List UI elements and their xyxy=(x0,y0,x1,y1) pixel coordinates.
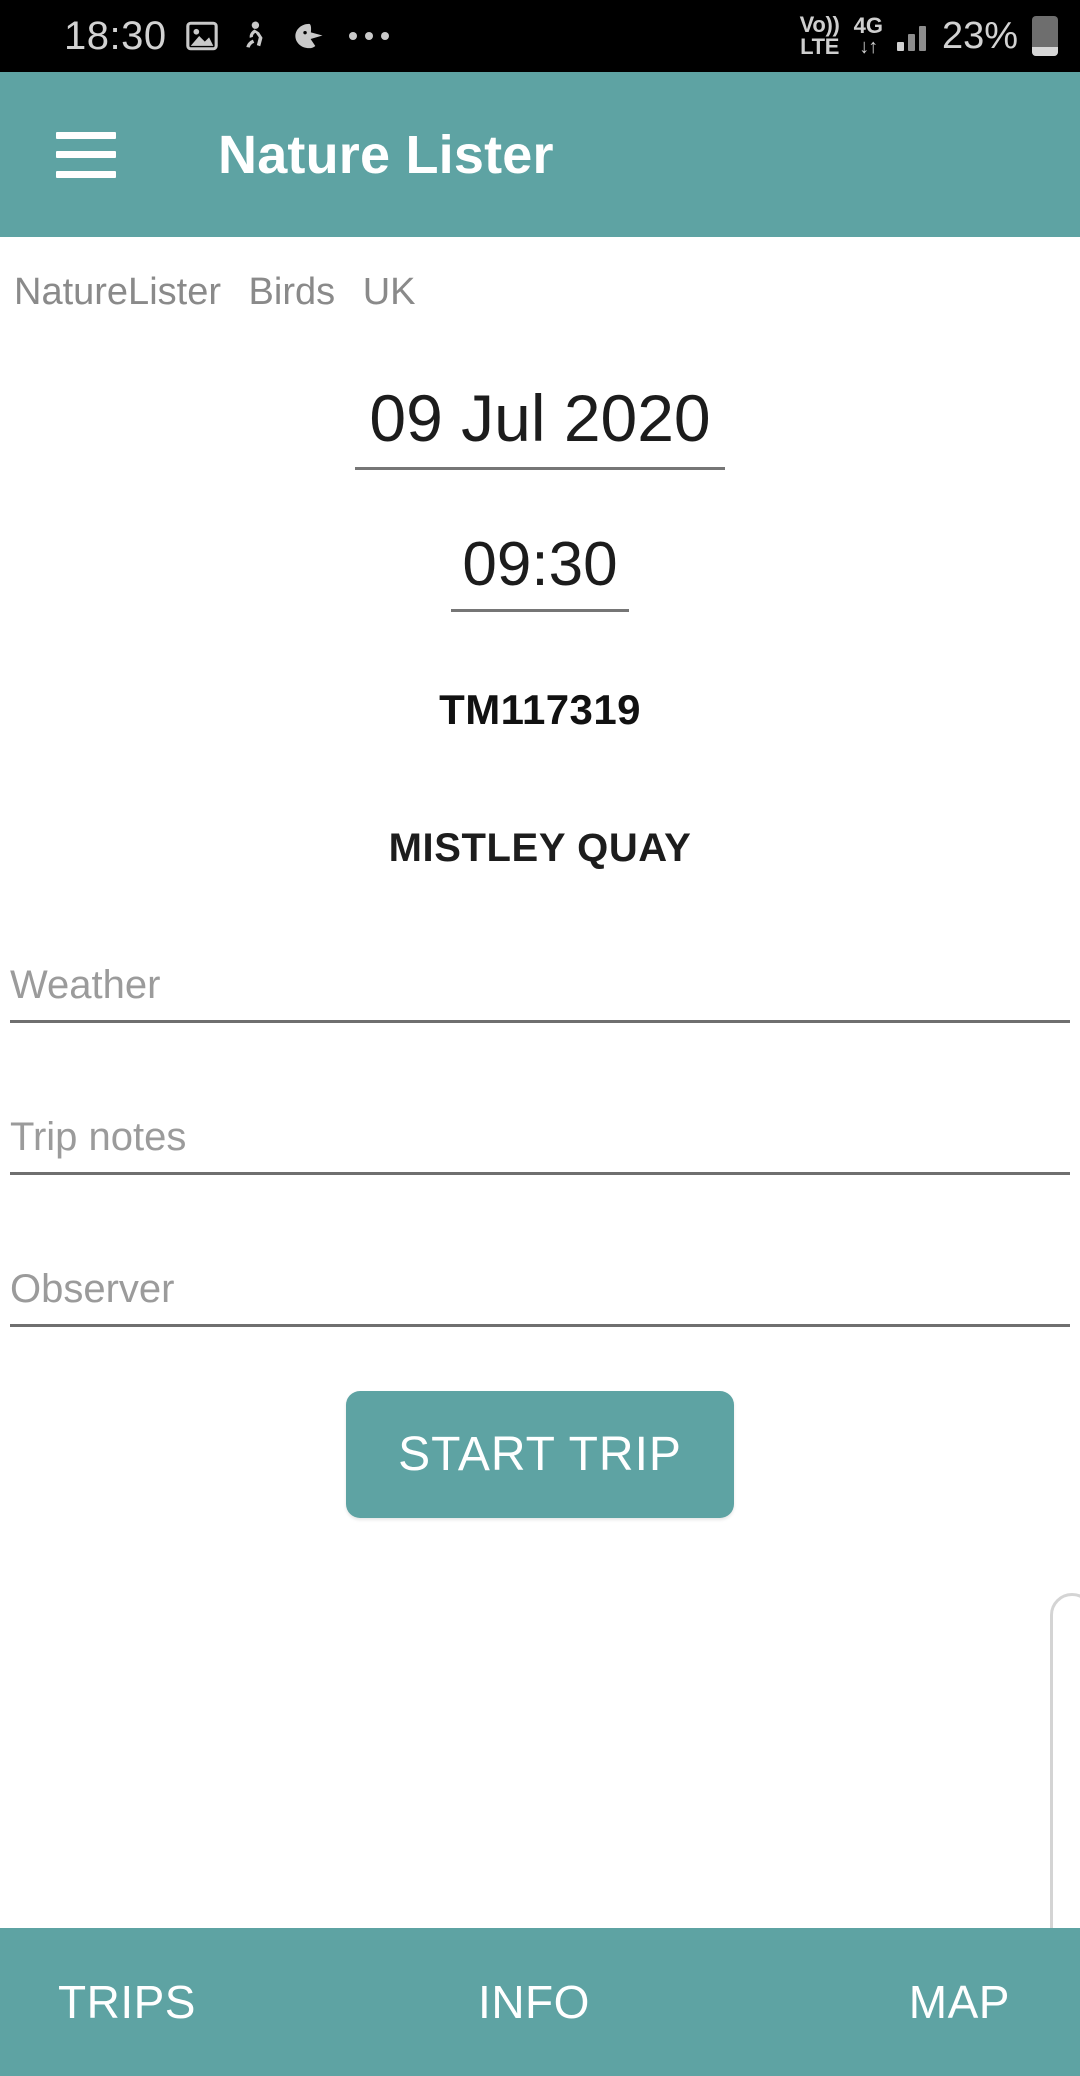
page-title: Nature Lister xyxy=(218,124,554,185)
bird-icon xyxy=(289,19,325,53)
app-bar: Nature Lister xyxy=(0,72,1080,237)
status-bar-left: 18:30 xyxy=(64,16,389,56)
grid-reference-label: TM117319 xyxy=(439,686,641,734)
battery-percent-label: 23% xyxy=(941,15,1018,57)
weather-input[interactable] xyxy=(10,963,1070,1009)
nav-item-map[interactable]: MAP xyxy=(693,1975,1080,2029)
signal-strength-icon xyxy=(896,21,926,51)
start-trip-button[interactable]: START TRIP xyxy=(346,1391,734,1519)
status-bar: 18:30 Vo)) LTE 4G ↓↑ 23% xyxy=(0,0,1080,72)
observer-field-wrapper xyxy=(10,1267,1070,1328)
hamburger-icon[interactable] xyxy=(56,131,116,178)
nav-item-info[interactable]: INFO xyxy=(375,1975,692,2029)
site-name-label: MISTLEY QUAY xyxy=(388,826,692,871)
observer-input[interactable] xyxy=(10,1267,1070,1313)
data-arrows-icon: ↓↑ xyxy=(859,36,878,59)
weather-field-wrapper xyxy=(10,963,1070,1024)
volte-line1: Vo)) xyxy=(799,11,840,37)
network-label: 4G xyxy=(853,12,883,38)
breadcrumb-item-taxon[interactable]: Birds xyxy=(249,271,336,313)
breadcrumb: NatureLister Birds UK xyxy=(0,237,1080,314)
status-bar-right: Vo)) LTE 4G ↓↑ 23% xyxy=(799,11,1058,59)
app-root: 18:30 Vo)) LTE 4G ↓↑ 23% Nature Lister N… xyxy=(0,0,1080,2076)
scroll-indicator-panel[interactable] xyxy=(1050,1593,1080,1928)
time-row: 09:30 xyxy=(0,532,1080,613)
trip-time-field[interactable]: 09:30 xyxy=(451,532,629,613)
trip-inputs xyxy=(0,963,1080,1328)
breadcrumb-item-region[interactable]: UK xyxy=(363,271,416,313)
trip-notes-input[interactable] xyxy=(10,1115,1070,1161)
trip-date-field[interactable]: 09 Jul 2020 xyxy=(355,383,725,471)
status-clock: 18:30 xyxy=(64,14,167,58)
image-icon xyxy=(185,19,219,53)
volte-line2: LTE xyxy=(800,34,840,59)
person-icon xyxy=(237,19,271,53)
network-type-indicator: 4G ↓↑ xyxy=(853,12,883,59)
battery-icon xyxy=(1032,16,1058,56)
volte-indicator: Vo)) LTE xyxy=(799,11,840,59)
trip-notes-field-wrapper xyxy=(10,1115,1070,1176)
start-trip-row: START TRIP xyxy=(0,1391,1080,1519)
breadcrumb-item-app[interactable]: NatureLister xyxy=(14,271,221,313)
main-content: NatureLister Birds UK 09 Jul 2020 09:30 … xyxy=(0,237,1080,1928)
date-row: 09 Jul 2020 xyxy=(0,383,1080,471)
bottom-nav: TRIPS INFO MAP xyxy=(0,1928,1080,2076)
nav-item-trips[interactable]: TRIPS xyxy=(0,1975,375,2029)
more-dots-icon xyxy=(348,32,389,40)
